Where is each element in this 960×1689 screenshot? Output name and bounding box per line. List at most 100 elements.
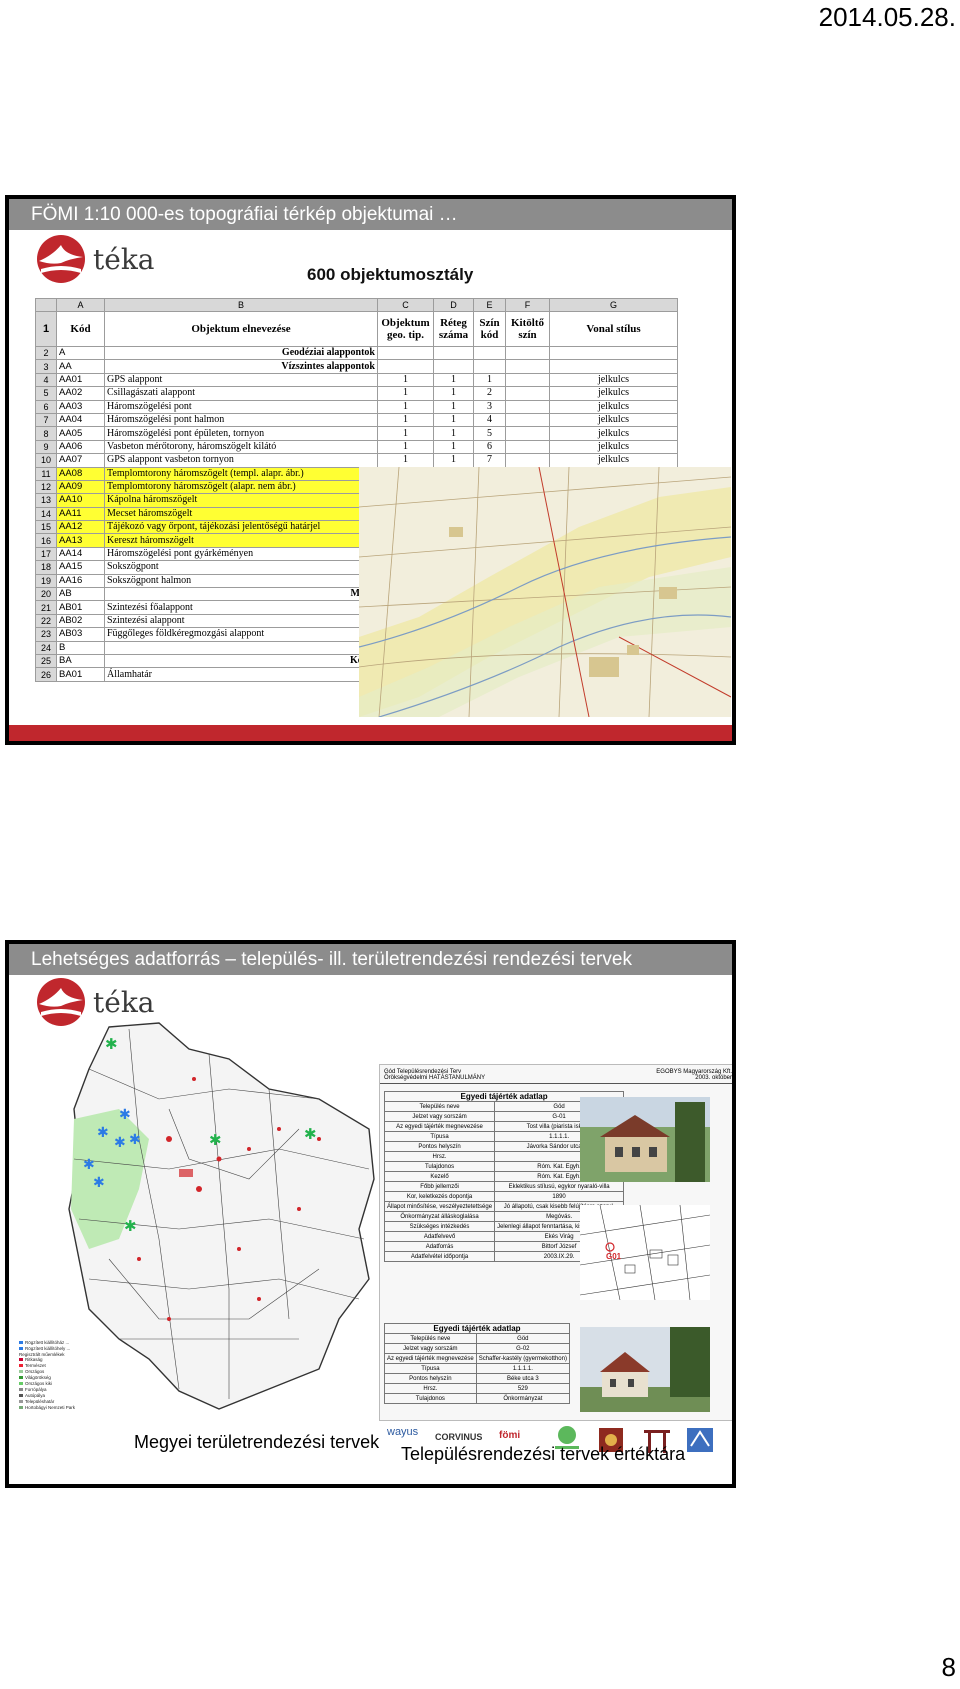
field-label: Az egyedi tájérték megnevezése	[384, 1353, 477, 1364]
row-number: 19	[35, 573, 57, 589]
header-cell-fill: Kitöltő szín	[505, 311, 550, 347]
table-row: 5 AA02 Csillagászati alappont 1 1 2 jelkulcs	[35, 386, 678, 401]
table-row: 3 AA Vízszintes alappontok	[35, 359, 678, 374]
name-cell: Szintezési alappont	[104, 613, 378, 629]
name-cell: Vasbeton mérőtorony, háromszögelt kilátó	[104, 439, 378, 455]
name-cell: Sokszögpont halmon	[104, 573, 378, 589]
layer-cell: 1	[433, 412, 474, 428]
field-label: Adatfelvétel időpontja	[383, 1251, 496, 1262]
color-code-cell: 3	[473, 399, 506, 414]
field-label: Kor, keletkezés dopontja	[383, 1191, 496, 1202]
color-code-cell: 7	[473, 453, 506, 468]
row-number: 24	[35, 640, 57, 655]
table-row: 4 AA01 GPS alappont 1 1 1 jelkulcs	[35, 372, 678, 388]
fill-color-cell	[505, 439, 550, 455]
page-number: 8	[941, 1652, 956, 1682]
fill-color-cell	[505, 426, 550, 441]
row-number: 5	[35, 386, 57, 401]
section-cell: Maga	[104, 587, 378, 602]
section-cell: Közig	[104, 653, 378, 669]
code-cell: AB03	[56, 627, 105, 642]
topo-map-svg	[359, 467, 731, 717]
field-label: Tulajdonos	[383, 1161, 496, 1172]
corvinus-logo: CORVINUS	[435, 1432, 483, 1442]
row-number: 17	[35, 546, 57, 562]
column-letter: E	[473, 298, 506, 312]
row-number: 10	[35, 453, 57, 468]
wayus-logo: wayus	[387, 1426, 419, 1438]
column-letter: G	[549, 298, 678, 312]
field-label: Hrsz.	[384, 1383, 477, 1394]
doc-header-subtitle: Örökségvédelmi HATÁSTANULMÁNY	[384, 1075, 486, 1081]
row-number: 18	[35, 560, 57, 575]
legend-item: Világörökség	[25, 1375, 51, 1380]
fill-color-cell	[505, 372, 550, 388]
name-cell: Kereszt háromszögelt	[104, 533, 378, 548]
name-cell: Háromszögelési pont épületen, tornyon	[104, 426, 378, 441]
field-label: Adatfelvevő	[383, 1231, 496, 1242]
field-value: 1890	[494, 1191, 625, 1202]
code-cell: AA10	[56, 493, 105, 508]
row-number: 1	[35, 311, 57, 347]
fill-color-cell	[505, 412, 550, 428]
row-number: 22	[35, 613, 57, 629]
field-label: Kezelő	[383, 1171, 496, 1182]
column-letter: B	[104, 298, 378, 312]
field-label: Tulajdonos	[384, 1393, 477, 1404]
geo-type-cell: 1	[377, 439, 434, 455]
header-cell-geo: Objektum geo. tip.	[377, 311, 434, 347]
field-value: Eklektikus stílusú, egykor nyaraló-villa	[494, 1181, 625, 1192]
field-value: 1.1.1.1.	[475, 1363, 570, 1374]
name-cell: GPS alappont vasbeton tornyon	[104, 453, 378, 468]
slide-title: FÖMI 1:10 000-es topográfiai térkép obje…	[9, 199, 732, 230]
doc-header-left: Gód Településrendezési Terv Örökségvédel…	[384, 1069, 485, 1081]
code-cell: A	[56, 345, 105, 361]
code-cell: AA05	[56, 426, 105, 441]
county-map-svg: ✱✱✱ ✱✱✱ ✱✱ ✱✱ Rögzített kiállítóház ... R…	[19, 1022, 375, 1410]
code-cell: AA01	[56, 372, 105, 388]
code-cell: AA04	[56, 412, 105, 428]
row-number: 3	[35, 359, 57, 374]
line-style-cell: jelkulcs	[549, 412, 678, 428]
header-cell-layer: Réteg száma	[433, 311, 474, 347]
layer-cell	[433, 359, 474, 374]
slide-1: FÖMI 1:10 000-es topográfiai térkép obje…	[5, 195, 736, 745]
name-cell: GPS alappont	[104, 372, 378, 388]
code-cell: AA06	[56, 439, 105, 455]
field-value: Béke utca 3	[475, 1373, 570, 1384]
caption-settlement-plans: Településrendezési tervek értéktára	[401, 1444, 686, 1464]
table-row: Kor, keletkezés dopontja 1890	[383, 1191, 625, 1202]
doc-header-date: 2003. október	[695, 1075, 732, 1081]
header-row: 1 Kód Objektum elnevezése Objektum geo. …	[35, 311, 678, 347]
column-letter: D	[433, 298, 474, 312]
legend-item: Forrópálya	[25, 1387, 47, 1392]
code-cell: B	[56, 640, 105, 655]
field-label: Település neve	[383, 1101, 496, 1112]
code-cell: AA12	[56, 520, 105, 535]
code-cell: BA01	[56, 667, 105, 682]
color-code-cell: 6	[473, 439, 506, 455]
doc-header-right: EGOBYS Magyarország Kft. 2003. október	[656, 1069, 732, 1081]
table-title: Egyedi tájérték adatlap	[384, 1323, 570, 1334]
field-label: Adatforrás	[383, 1241, 496, 1252]
color-code-cell: 1	[473, 372, 506, 388]
name-cell: Tájékozó vagy őrpont, tájékozási jelentő…	[104, 520, 378, 535]
line-style-cell	[549, 345, 678, 361]
column-letter: A	[56, 298, 105, 312]
row-number: 25	[35, 653, 57, 669]
legend-item: Autópálya	[25, 1393, 46, 1398]
legend-item: Hortobágyi Nemzeti Park	[25, 1405, 76, 1410]
name-cell: Államhatár	[104, 667, 378, 682]
table-row: Tulajdonos Önkormányzat	[384, 1393, 570, 1404]
slide-bottom-band	[9, 725, 732, 741]
name-cell: Háromszögelési pont halmon	[104, 412, 378, 428]
row-number: 2	[35, 345, 57, 361]
slide-2: Lehetséges adatforrás – település- ill. …	[5, 940, 736, 1488]
field-label: Település neve	[384, 1333, 477, 1344]
fill-color-cell	[505, 345, 550, 361]
doc-header-rule	[380, 1083, 732, 1084]
map-marker-label: G01	[606, 1252, 622, 1261]
layer-cell: 1	[433, 426, 474, 441]
header-cell-code: Kód	[56, 311, 105, 347]
table-row: Főbb jellemzői Eklektikus stílusú, egykor…	[383, 1181, 625, 1192]
